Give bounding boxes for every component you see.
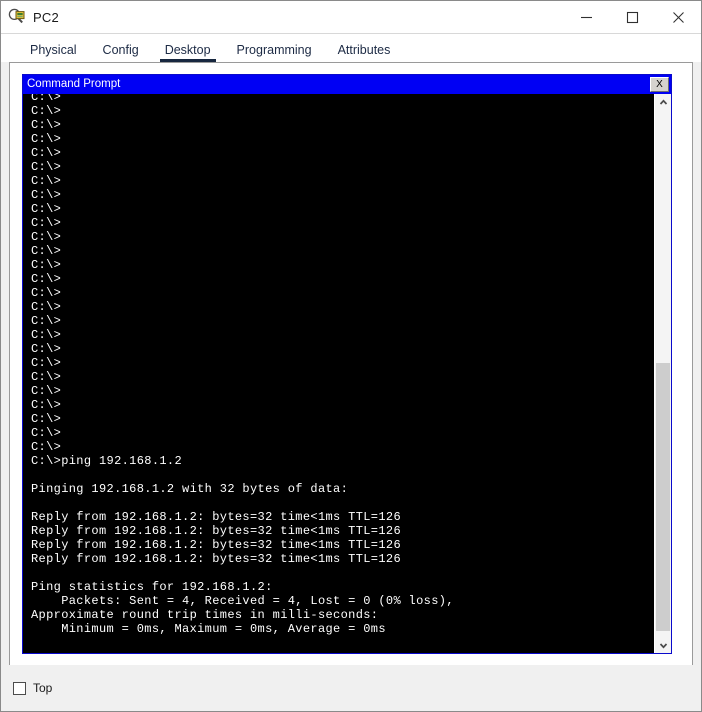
magnifier-device-icon [8, 8, 26, 26]
command-prompt-title: Command Prompt [27, 78, 120, 91]
minimize-icon[interactable] [563, 1, 609, 33]
pc2-device-window: PC2 Physical Config Desktop [0, 0, 702, 712]
command-prompt-titlebar: Command Prompt X [23, 75, 671, 94]
window-title-bar: PC2 [1, 1, 701, 34]
chevron-down-icon[interactable] [655, 637, 671, 653]
window-title: PC2 [33, 10, 59, 25]
top-checkbox-row[interactable]: Top [13, 681, 52, 695]
desktop-content-panel: Command Prompt X C:\> C:\> C:\> C:\> C:\… [9, 62, 693, 665]
tab-config[interactable]: Config [90, 43, 152, 62]
desktop-footer-bar: Top [1, 665, 701, 711]
chevron-up-icon[interactable] [655, 94, 671, 110]
top-checkbox-label: Top [33, 681, 52, 695]
command-prompt-close-button[interactable]: X [650, 77, 669, 92]
tab-attributes[interactable]: Attributes [325, 43, 404, 62]
close-icon[interactable] [655, 1, 701, 33]
tab-physical[interactable]: Physical [17, 43, 90, 62]
tab-desktop[interactable]: Desktop [152, 43, 224, 62]
terminal-scrollbar[interactable] [654, 94, 671, 653]
scrollbar-track[interactable] [655, 110, 671, 637]
scrollbar-thumb[interactable] [656, 363, 670, 631]
top-checkbox[interactable] [13, 682, 26, 695]
tab-programming[interactable]: Programming [224, 43, 325, 62]
command-prompt-body: C:\> C:\> C:\> C:\> C:\> C:\> C:\> C:\> … [23, 94, 671, 653]
terminal-output[interactable]: C:\> C:\> C:\> C:\> C:\> C:\> C:\> C:\> … [23, 94, 654, 649]
maximize-icon[interactable] [609, 1, 655, 33]
window-controls [563, 1, 701, 33]
command-prompt-window: Command Prompt X C:\> C:\> C:\> C:\> C:\… [22, 74, 672, 654]
device-tab-strip: Physical Config Desktop Programming Attr… [1, 34, 701, 62]
